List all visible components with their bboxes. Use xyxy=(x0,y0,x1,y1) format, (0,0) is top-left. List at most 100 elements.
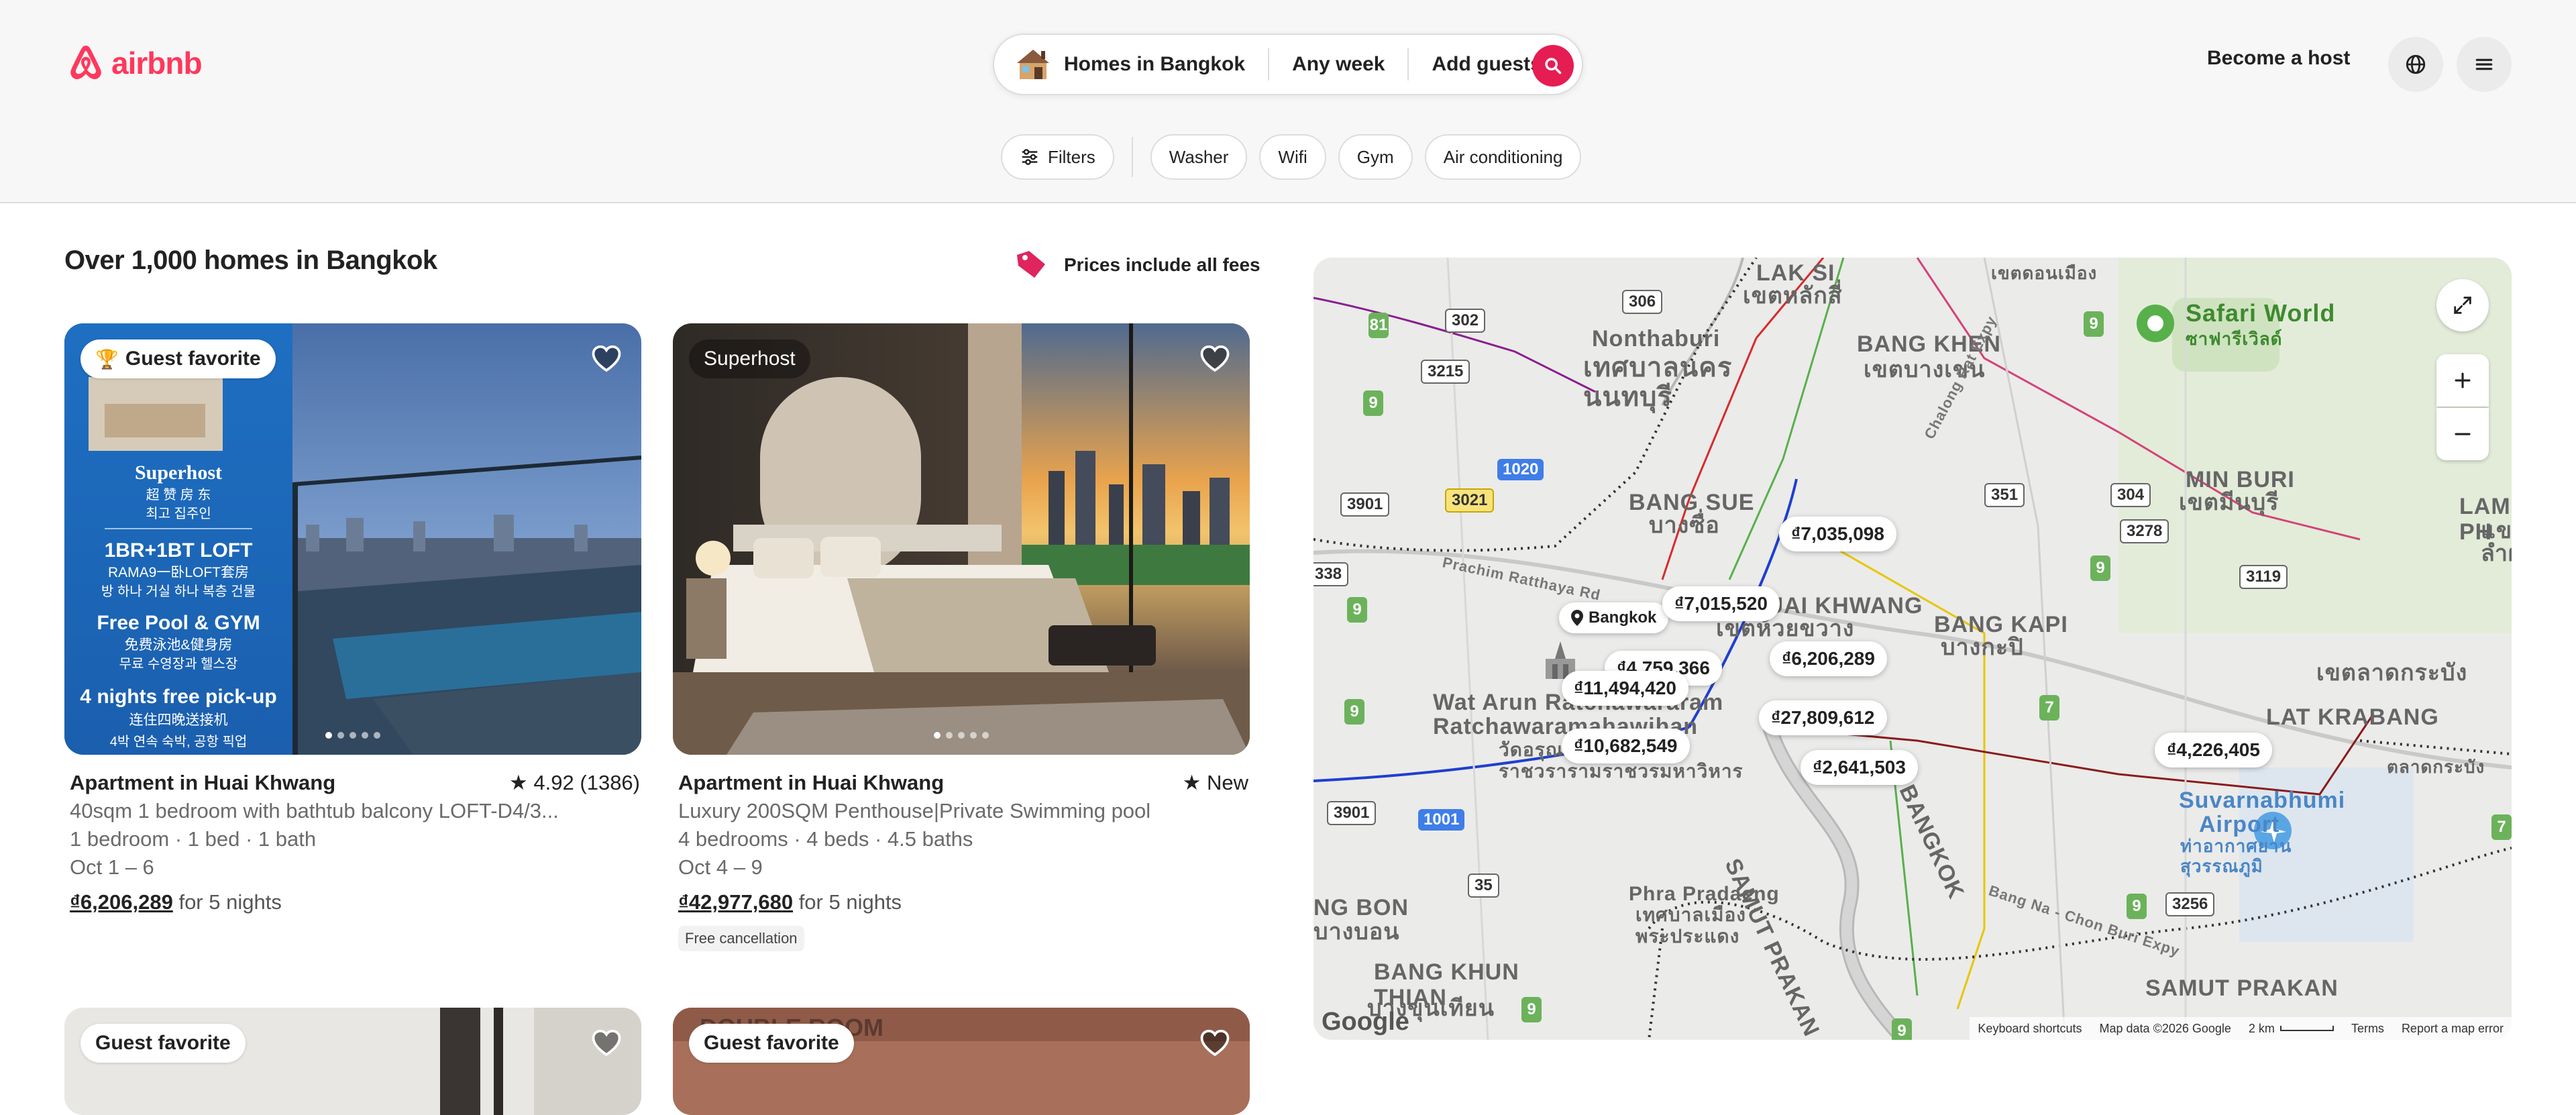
listing-card-info[interactable]: Apartment in Huai Khwang ★ New Luxury 200… xyxy=(678,769,1248,951)
heart-icon[interactable] xyxy=(590,342,623,374)
route-shield: 9 xyxy=(2127,894,2147,919)
map[interactable]: Nonthaburi เทศบาลนคร นนทบุรี LAK SI เขตห… xyxy=(1313,258,2512,1040)
route-shield: 35 xyxy=(1468,873,1499,898)
photo-text-cn4: 连住四晚送接机 xyxy=(129,712,228,728)
map-data-text: Map data ©2026 Google xyxy=(2099,1021,2231,1035)
free-cancellation-tag: Free cancellation xyxy=(678,926,804,951)
filter-chip-air-conditioning[interactable]: Air conditioning xyxy=(1424,134,1582,180)
map-price-marker[interactable]: ₫27,809,612 xyxy=(1759,700,1887,735)
listing-price: ₫6,206,289 for 5 nights xyxy=(70,888,640,916)
language-button[interactable] xyxy=(2388,37,2443,92)
globe-icon xyxy=(2406,54,2426,74)
filter-chip-gym[interactable]: Gym xyxy=(1338,134,1413,180)
price-amount: ₫42,977,680 xyxy=(678,890,794,914)
map-label-bang-sue-th: บางซื่อ xyxy=(1649,513,1720,538)
report-map-error-link[interactable]: Report a map error xyxy=(2402,1022,2504,1036)
expand-map-button[interactable] xyxy=(2436,279,2489,331)
listing-details: 1 bedroom · 1 bed · 1 bath xyxy=(70,827,317,851)
scale-bar xyxy=(2279,1026,2334,1031)
hamburger-icon xyxy=(2475,58,2493,70)
search-dates[interactable]: Any week xyxy=(1269,50,1407,79)
listing-description: 40sqm 1 bedroom with bathtub balcony LOF… xyxy=(70,799,559,822)
search-bar[interactable]: Homes in Bangkok Any week Add guests xyxy=(993,34,1583,95)
map-price-marker[interactable]: ₫2,641,503 xyxy=(1801,750,1918,785)
photo-text-kr1: 최고 집주인 xyxy=(146,506,211,521)
google-logo: Google xyxy=(1322,1008,1409,1036)
listing-rating: ★ 4.92 (1386) xyxy=(509,771,640,794)
search-button[interactable] xyxy=(1532,45,1574,87)
map-label-suvarnabhumi: Suvarnabhumi xyxy=(2179,788,2346,813)
map-label-phra-pradaeng-th: เทศบาลเมือง พระประแดง xyxy=(1635,904,1746,947)
fees-note-text: Prices include all fees xyxy=(1064,254,1260,275)
filter-chip-wifi[interactable]: Wifi xyxy=(1259,134,1326,180)
photo-text-cn2: RAMA9一卧LOFT套房 xyxy=(108,565,249,580)
listing-card-info[interactable]: Apartment in Huai Khwang ★ 4.92 (1386) 40… xyxy=(70,769,640,916)
plus-icon xyxy=(2455,372,2471,388)
map-label-nonthaburi-th: เทศบาลนคร นนทบุรี xyxy=(1583,353,1733,412)
airbnb-logo[interactable]: airbnb xyxy=(64,42,203,85)
terms-link[interactable]: Terms xyxy=(2351,1022,2384,1036)
menu-button[interactable] xyxy=(2457,37,2512,92)
become-host-link[interactable]: Become a host xyxy=(2207,47,2350,70)
route-shield: 7 xyxy=(2491,814,2512,840)
route-shield: 9 xyxy=(2084,311,2104,337)
guest-favorite-badge: Guest favorite xyxy=(80,1024,246,1063)
map-price-marker[interactable]: ₫7,035,098 xyxy=(1779,517,1896,551)
heart-icon[interactable] xyxy=(590,1026,623,1059)
map-price-marker[interactable]: ₫4,226,405 xyxy=(2155,733,2272,767)
listing-rating: ★ New xyxy=(1182,771,1248,794)
zoom-in-button[interactable] xyxy=(2436,354,2489,407)
map-label-min-buri-th: เขตมีนบุรี xyxy=(2179,490,2279,515)
map-price-marker[interactable]: ₫10,682,549 xyxy=(1562,729,1690,763)
sliders-icon xyxy=(1022,149,1038,165)
listing-photo[interactable]: Guest favorite xyxy=(64,1008,641,1115)
listing-photo[interactable]: DOUBLE ROOM Guest favorite xyxy=(673,1008,1250,1115)
map-label-lak-si-th: เขตหลักสี่ xyxy=(1743,283,1843,309)
route-shield: 1020 xyxy=(1497,459,1544,480)
search-location-label: Homes in Bangkok xyxy=(1064,53,1246,75)
map-label-nonthaburi: Nonthaburi xyxy=(1592,326,1721,352)
fees-note: Prices include all fees xyxy=(1013,248,1260,282)
map-label-phra-pradaeng: Phra Pradaeng xyxy=(1629,883,1780,905)
photo-superhost-text: Superhost xyxy=(135,462,222,484)
house-icon xyxy=(1017,50,1049,79)
route-shield: 3901 xyxy=(1340,492,1390,517)
results-heading: Over 1,000 homes in Bangkok xyxy=(64,246,437,275)
price-tag-icon xyxy=(1017,251,1045,278)
place-chip-label: Bangkok xyxy=(1589,608,1657,627)
zoom-out-button[interactable] xyxy=(2436,408,2489,460)
listing-description: Luxury 200SQM Penthouse|Private Swimming… xyxy=(678,799,1151,822)
search-location[interactable]: Homes in Bangkok xyxy=(994,50,1268,79)
guest-favorite-badge: 🏆 Guest favorite xyxy=(80,339,276,378)
map-price-marker[interactable]: ₫6,206,289 xyxy=(1770,641,1887,676)
filter-divider xyxy=(1131,137,1133,177)
keyboard-shortcuts-link[interactable]: Keyboard shortcuts xyxy=(1978,1022,2082,1036)
map-label-lat-krabang-th2: ตลาดกระบัง xyxy=(2387,757,2485,777)
route-shield: 9 xyxy=(1363,390,1383,416)
filters-button[interactable]: Filters xyxy=(1001,134,1114,180)
price-amount: ₫6,206,289 xyxy=(70,890,173,914)
route-shield: 1001 xyxy=(1418,809,1465,831)
map-scale: 2 km xyxy=(2249,1022,2334,1036)
photo-text-kr2: 방 하나 거실 하나 복층 건물 xyxy=(101,584,256,599)
heart-icon[interactable] xyxy=(1199,1026,1231,1059)
map-price-marker[interactable]: ₫7,015,520 xyxy=(1662,586,1780,621)
airbnb-logo-icon xyxy=(70,46,101,79)
listing-dates: Oct 4 – 9 xyxy=(678,855,763,879)
place-chip-bangkok[interactable]: Bangkok xyxy=(1559,602,1669,633)
airbnb-logo-text: airbnb xyxy=(111,46,203,81)
listing-photo[interactable]: Superhost xyxy=(673,323,1250,755)
map-label-lam-ph-th: แข ลำผั xyxy=(2481,518,2512,566)
header: airbnb Homes in Bangkok Any week Add gue… xyxy=(0,0,2576,203)
map-label-suvarnabhumi-2: Airport xyxy=(2199,812,2280,837)
map-price-marker[interactable]: ₫11,494,420 xyxy=(1562,671,1688,706)
carousel-dots xyxy=(325,732,380,739)
filter-chip-washer[interactable]: Washer xyxy=(1150,134,1248,180)
heart-icon[interactable] xyxy=(1199,342,1231,374)
listing-photo-image: Superhost 超 赞 房 东 최고 집주인 1BR+1BT LOFT RA… xyxy=(64,323,641,755)
map-label-min-buri: MIN BURI xyxy=(2186,467,2295,492)
route-shield: 3278 xyxy=(2120,519,2169,543)
listing-photo[interactable]: Superhost 超 赞 房 东 최고 집주인 1BR+1BT LOFT RA… xyxy=(64,323,641,755)
photo-text-kr3: 무료 수영장과 헬스장 xyxy=(119,656,238,672)
listing-dates: Oct 1 – 6 xyxy=(70,855,154,879)
